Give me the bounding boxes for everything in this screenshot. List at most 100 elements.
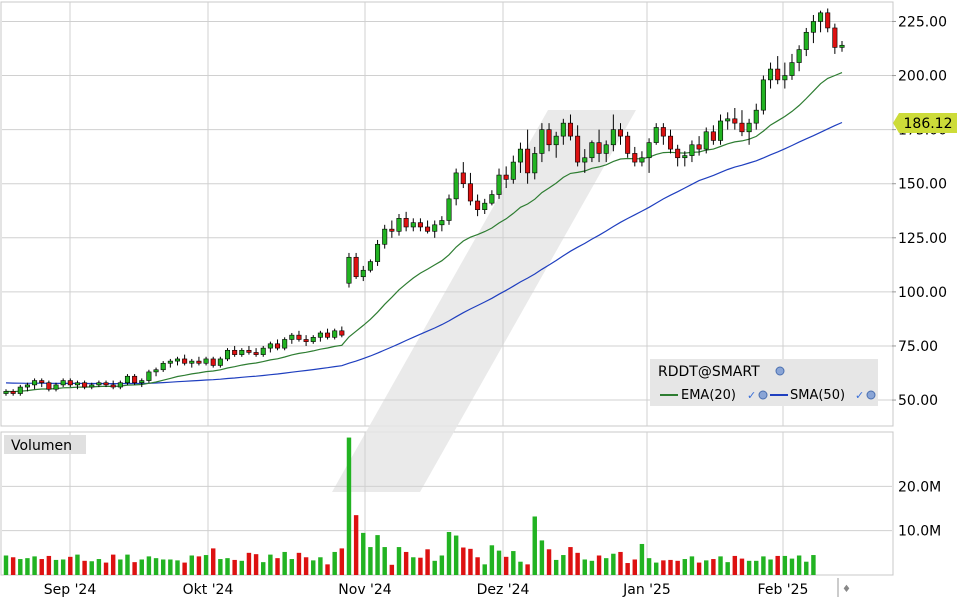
candle-body [467, 183, 473, 202]
candle-body [653, 127, 659, 143]
candle-body [260, 347, 266, 355]
candle-body [174, 358, 181, 362]
candle-body [839, 44, 845, 48]
volume-bar [346, 437, 352, 575]
candle-body [67, 380, 73, 386]
legend-symbol: RDDT@SMART [658, 364, 760, 380]
volume-bar [468, 548, 473, 575]
candle-body [417, 222, 423, 228]
volume-bar [768, 559, 773, 575]
candle-body [410, 222, 416, 228]
candle-body [339, 330, 345, 336]
volume-bar [268, 554, 273, 575]
candle-body [575, 135, 581, 163]
candle-body [74, 382, 80, 386]
volume-bar [811, 555, 816, 575]
volume-bar [525, 564, 530, 575]
candle-body [675, 148, 681, 159]
candle-body [610, 129, 616, 146]
volume-bar [261, 562, 266, 575]
ema-settings-icon[interactable] [758, 390, 768, 400]
volume-bar [732, 555, 738, 575]
volume-bar [668, 559, 673, 575]
price-tick-label: 225.00 [898, 14, 947, 30]
volume-bar [89, 561, 94, 575]
candle-body [203, 358, 209, 364]
candle-body [796, 49, 802, 63]
candle-body [82, 382, 88, 388]
candle-body [325, 332, 331, 338]
volume-bar [139, 559, 144, 575]
candle-body [196, 360, 202, 364]
volume-bar [189, 555, 194, 575]
candle-body [96, 382, 102, 386]
candle-body [432, 224, 438, 232]
candle-body [546, 129, 552, 146]
candle-body [560, 122, 566, 137]
volume-bar [711, 559, 716, 575]
volume-bar [661, 560, 666, 575]
candle-body [753, 109, 759, 124]
volume-bar [125, 554, 130, 575]
symbol-settings-icon[interactable] [775, 366, 785, 376]
candle-body [282, 339, 288, 349]
candle-body [496, 174, 502, 195]
volume-bar [375, 535, 380, 575]
candle-body [346, 256, 352, 284]
volume-bar [632, 559, 638, 575]
candle-body [503, 174, 509, 180]
volume-bar [596, 555, 602, 575]
candle-body [303, 339, 309, 342]
volume-bar [46, 555, 52, 575]
volume-bar [32, 556, 37, 575]
candle-body [425, 226, 431, 232]
candle-body [510, 161, 516, 180]
volume-bar [311, 560, 316, 575]
candle-body [32, 380, 38, 386]
candle-body [603, 144, 609, 154]
last-price-marker: 186.12 [893, 113, 957, 133]
volume-bar [718, 556, 723, 575]
volume-bar [475, 557, 480, 575]
candle-body [725, 118, 731, 122]
sma-settings-icon[interactable] [866, 390, 876, 400]
candle-body [832, 27, 838, 48]
sma-checkmark-icon[interactable]: ✓ [855, 389, 864, 402]
candle-body [710, 131, 716, 141]
candle-body [10, 391, 16, 394]
volume-bar [796, 555, 802, 575]
volume-bar [539, 540, 545, 575]
candle-body [182, 358, 188, 364]
volume-bar [589, 560, 595, 575]
candle-body [153, 369, 159, 373]
candle-body [267, 343, 273, 349]
time-tick-label: Sep '24 [44, 582, 97, 598]
candle-body [567, 122, 573, 137]
candle-body [117, 382, 123, 388]
candle-body [732, 118, 738, 124]
candle-body [296, 334, 302, 340]
candle-body [375, 243, 381, 262]
candle-body [232, 349, 238, 355]
volume-bar [3, 555, 9, 575]
volume-bar [246, 552, 252, 575]
candle-body [625, 135, 631, 154]
volume-bar [575, 552, 580, 575]
time-tick-label: Jan '25 [622, 582, 671, 598]
ema-checkmark-icon[interactable]: ✓ [747, 389, 756, 402]
candle-body [217, 358, 223, 366]
candle-body [24, 384, 30, 388]
stock-chart: 225.00200.00175.00150.00125.00100.0075.0… [0, 0, 960, 600]
scroll-right-icon[interactable]: ♦ [842, 584, 851, 595]
candle-body [746, 122, 752, 133]
volume-bar [582, 559, 587, 575]
volume-bar [418, 557, 423, 575]
price-tick-label: 75.00 [898, 339, 938, 355]
candle-body [682, 155, 688, 159]
volume-bar [153, 558, 159, 575]
candle-body [660, 127, 666, 137]
volume-bar [618, 551, 623, 575]
volume-tick-label: 10.0M [898, 524, 941, 540]
volume-bar [675, 560, 680, 575]
volume-bar [804, 561, 809, 575]
